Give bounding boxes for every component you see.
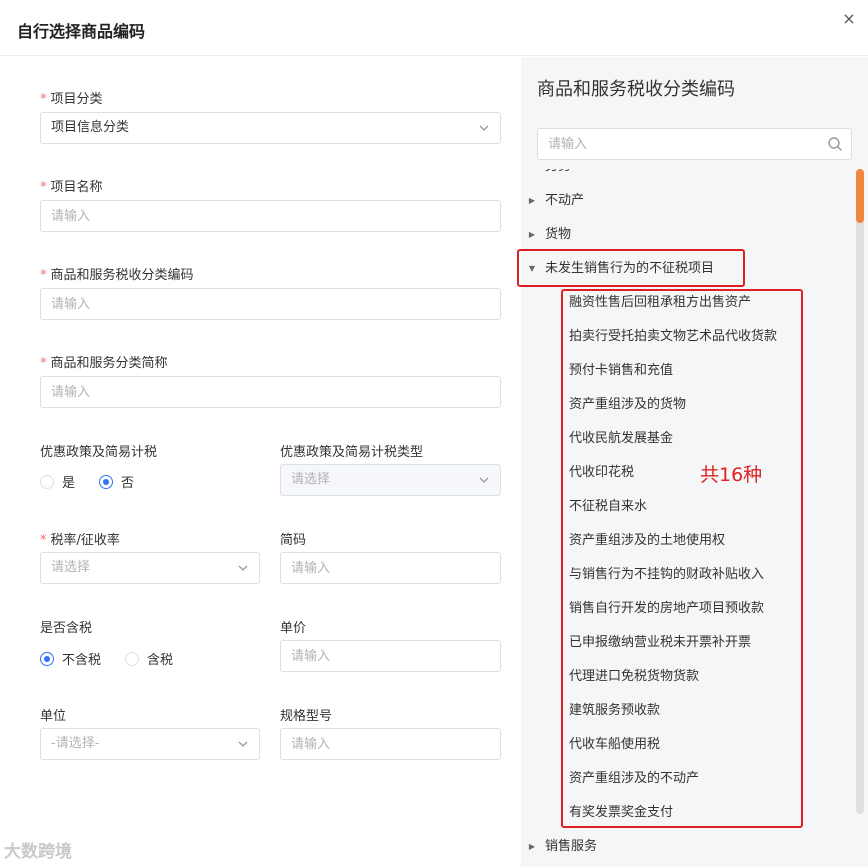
tree-child-item[interactable]: 融资性售后回租承租方出售资产	[521, 286, 851, 320]
tree-child-label: 资产重组涉及的不动产	[569, 771, 700, 786]
tax-code-label: * 商品和服务税收分类编码	[40, 268, 194, 283]
dialog-title: 自行选择商品编码	[17, 22, 146, 41]
preferential-type-label: 优惠政策及简易计税类型	[280, 445, 424, 460]
tree-child-label: 不征税自来水	[569, 499, 648, 514]
tree-child-label: 销售自行开发的房地产项目预收款	[569, 601, 765, 616]
preferential-type-select[interactable]: 请选择	[280, 464, 501, 496]
tree-child-label: 有奖发票奖金支付	[569, 805, 674, 820]
tree-child-item[interactable]: 有奖发票奖金支付	[521, 796, 851, 830]
tree-child-item[interactable]: 与销售行为不挂钩的财政补贴收入	[521, 558, 851, 592]
unit-label: 单位	[40, 709, 67, 724]
tax-code-input[interactable]	[40, 288, 501, 320]
tree-child-label: 拍卖行受托拍卖文物艺术品代收货款	[569, 329, 778, 344]
tree-child-label: 代收车船使用税	[569, 737, 661, 752]
tree-child-item[interactable]: 代收民航发展基金	[521, 422, 851, 456]
tree-child-item[interactable]: 不征税自来水	[521, 490, 851, 524]
tree-scrollbar[interactable]	[856, 169, 864, 814]
tree-search-input[interactable]	[537, 128, 852, 160]
tree-child-item[interactable]: 代收印花税	[521, 456, 851, 490]
item-category-value: 项目信息分类	[51, 120, 130, 135]
tax-code-tree-panel: 商品和服务税收分类编码 劳务 ▶ 不动产 ▶ 货物 ▼ 未发生销售行为的不征税项…	[521, 57, 868, 867]
tree-child-label: 资产重组涉及的货物	[569, 397, 687, 412]
tree-child-item[interactable]: 已申报缴纳营业税未开票补开票	[521, 626, 851, 660]
dialog-header: 自行选择商品编码 ×	[0, 0, 868, 56]
preferential-policy-radio-group: 是 否	[40, 472, 158, 491]
chevron-down-icon	[238, 565, 248, 571]
search-icon[interactable]	[827, 136, 843, 152]
tree-child-label: 已申报缴纳营业税未开票补开票	[569, 635, 752, 650]
short-code-label: 简码	[280, 533, 307, 548]
preferential-no-radio[interactable]: 否	[99, 472, 134, 491]
tree-scrollbar-thumb[interactable]	[856, 169, 864, 223]
tree-panel-title: 商品和服务税收分类编码	[537, 79, 735, 100]
tree-node-non-taxable[interactable]: ▼ 未发生销售行为的不征税项目	[521, 252, 851, 286]
tree-child-label: 资产重组涉及的土地使用权	[569, 533, 726, 548]
unit-select[interactable]: -请选择-	[40, 728, 260, 760]
product-code-dialog: 自行选择商品编码 × *项目分类 项目信息分类 *项目名称 *商品和服务税收分类…	[0, 0, 868, 867]
tree-child-item[interactable]: 销售自行开发的房地产项目预收款	[521, 592, 851, 626]
caret-right-icon: ▶	[528, 842, 536, 851]
tree-node-real-estate[interactable]: ▶ 不动产	[521, 184, 851, 218]
tree-child-item[interactable]: 资产重组涉及的货物	[521, 388, 851, 422]
spec-model-input[interactable]	[280, 728, 501, 760]
tax-short-name-label: * 商品和服务分类简称	[40, 356, 168, 371]
item-category-label: * 项目分类	[40, 92, 103, 107]
tax-rate-label: * 税率/征收率	[40, 533, 120, 548]
chevron-down-icon	[479, 477, 489, 483]
short-code-input[interactable]	[280, 552, 501, 584]
tree-node-goods[interactable]: ▶ 货物	[521, 218, 851, 252]
tree-child-label: 预付卡销售和充值	[569, 363, 674, 378]
tax-short-name-input[interactable]	[40, 376, 501, 408]
tree-scroll-area[interactable]: 劳务 ▶ 不动产 ▶ 货物 ▼ 未发生销售行为的不征税项目 融资性售后回租承租方…	[521, 169, 868, 867]
radio-checked-icon	[40, 651, 54, 666]
tax-rate-select[interactable]: 请选择	[40, 552, 260, 584]
tax-included-radio-group: 不含税 含税	[40, 649, 197, 668]
preferential-yes-radio[interactable]: 是	[40, 472, 75, 491]
caret-right-icon: ▶	[528, 196, 536, 205]
tree-child-label: 融资性售后回租承租方出售资产	[569, 295, 752, 310]
product-form: *项目分类 项目信息分类 *项目名称 *商品和服务税收分类编码 *商品和服务分类…	[0, 57, 520, 867]
annotation-count-note: 共16种	[700, 464, 763, 486]
tree-child-label: 代收民航发展基金	[569, 431, 674, 446]
tree-child-item[interactable]: 代收车船使用税	[521, 728, 851, 762]
item-name-input[interactable]	[40, 200, 501, 232]
chevron-down-icon	[238, 741, 248, 747]
tree-child-label: 与销售行为不挂钩的财政补贴收入	[569, 567, 765, 582]
tree-child-label: 建筑服务预收款	[569, 703, 661, 718]
spec-model-label: 规格型号	[280, 709, 333, 724]
radio-unchecked-icon	[125, 651, 140, 666]
unit-placeholder: -请选择-	[51, 736, 100, 751]
tree-child-label: 代收印花税	[569, 465, 635, 480]
tree-child-item[interactable]: 预付卡销售和充值	[521, 354, 851, 388]
radio-unchecked-icon	[40, 474, 54, 489]
tax-included-label: 是否含税	[40, 621, 93, 636]
tree-child-item[interactable]: 资产重组涉及的不动产	[521, 762, 851, 796]
caret-down-icon: ▼	[528, 264, 536, 273]
item-category-select[interactable]: 项目信息分类	[40, 112, 501, 144]
tree-child-label: 代理进口免税货物货款	[569, 669, 700, 684]
preferential-type-placeholder: 请选择	[291, 472, 331, 487]
chevron-down-icon	[479, 125, 489, 131]
watermark-text: 大数跨境	[4, 842, 72, 862]
tree-child-item[interactable]: 拍卖行受托拍卖文物艺术品代收货款	[521, 320, 851, 354]
item-name-label: * 项目名称	[40, 180, 103, 195]
tree-node-sales-services[interactable]: ▶ 销售服务	[521, 830, 851, 864]
unit-price-input[interactable]	[280, 640, 501, 672]
tree-child-item[interactable]: 建筑服务预收款	[521, 694, 851, 728]
tree-child-item[interactable]: 代理进口免税货物货款	[521, 660, 851, 694]
tax-rate-placeholder: 请选择	[51, 560, 91, 575]
tax-included-radio[interactable]: 含税	[125, 649, 173, 668]
tax-excluded-radio[interactable]: 不含税	[40, 649, 101, 668]
preferential-policy-label: 优惠政策及简易计税	[40, 445, 158, 460]
caret-right-icon: ▶	[528, 230, 536, 239]
unit-price-label: 单价	[280, 621, 307, 636]
tree-child-item[interactable]: 资产重组涉及的土地使用权	[521, 524, 851, 558]
tree-node-partial[interactable]: 劳务	[521, 169, 851, 184]
close-icon[interactable]: ×	[841, 10, 857, 28]
radio-checked-icon	[99, 474, 114, 489]
